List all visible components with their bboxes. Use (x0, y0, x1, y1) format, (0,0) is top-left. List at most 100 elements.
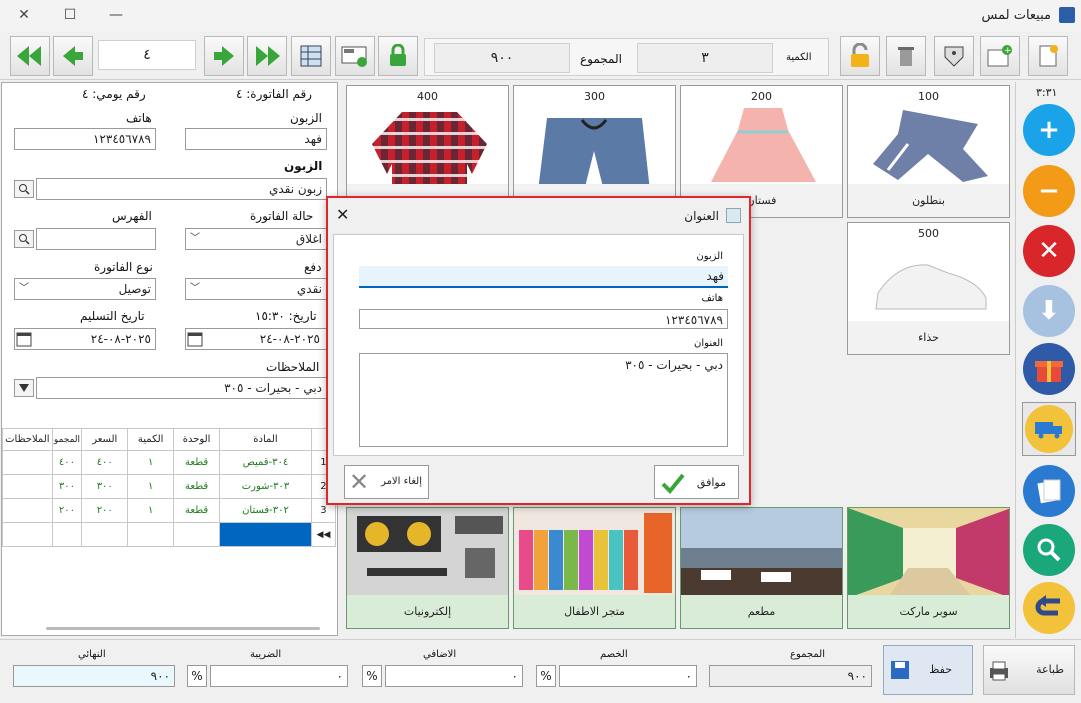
print-button[interactable]: طباعة (983, 645, 1075, 695)
calendar-icon[interactable] (187, 331, 203, 350)
row-qty[interactable]: ١ (127, 474, 175, 499)
category-card-kids-store[interactable]: متجر الاطفال (513, 507, 676, 629)
save-button[interactable]: حفظ (883, 645, 973, 695)
row-item-selected[interactable] (219, 522, 312, 547)
row-item[interactable]: ٣٠٤-قميص (219, 450, 312, 475)
increase-qty-button[interactable]: + (1023, 104, 1075, 156)
row-qty[interactable] (127, 522, 175, 547)
category-card-electronics[interactable]: إلكترونيات (346, 507, 509, 629)
row-qty[interactable]: ١ (127, 498, 175, 523)
row-notes[interactable] (2, 450, 53, 475)
column-header-unit[interactable]: الوحدة (173, 428, 221, 451)
extra-label: الاضافي (423, 649, 457, 660)
row-unit[interactable] (173, 522, 221, 547)
category-name: مطعم (681, 595, 842, 628)
decrease-qty-button[interactable]: − (1023, 165, 1075, 217)
column-header-total[interactable]: المجمو (51, 428, 83, 451)
delivery-button[interactable] (1022, 402, 1076, 456)
dialog-customer-field[interactable]: فهد (359, 266, 728, 288)
search-index-button[interactable] (14, 230, 34, 248)
dialog-close-icon[interactable]: ✕ (336, 205, 349, 224)
toolbar-total-value: ٩٠٠ (434, 43, 570, 73)
extra-field[interactable]: ٠ (385, 665, 523, 687)
row-notes[interactable] (2, 474, 53, 499)
minimize-window-button[interactable]: — (102, 4, 130, 26)
move-down-button[interactable]: ⬇ (1023, 285, 1075, 337)
unlock-button[interactable] (840, 36, 880, 76)
table-row[interactable]: ٣٠٠ ٣٠٠ ١ قطعة ٣٠٣-شورت 2 (2, 474, 336, 499)
extra-percent-toggle[interactable]: % (362, 665, 382, 687)
tax-field[interactable]: ٠ (210, 665, 348, 687)
previous-record-button[interactable] (53, 36, 93, 76)
notes-field[interactable]: دبي - بحيرات - ٣٠٥ (36, 377, 327, 399)
dialog-address-textarea[interactable]: دبي - بحيرات - ٣٠٥ (359, 353, 728, 447)
column-header-price[interactable]: السعر (81, 428, 129, 451)
discount-percent-toggle[interactable]: % (536, 665, 556, 687)
invoice-type-select[interactable]: توصيل ﹀ (14, 278, 156, 300)
new-customer-button[interactable]: + (980, 36, 1020, 76)
customer-account-field[interactable]: زبون نقدي (36, 178, 327, 200)
search-customer-button[interactable] (14, 180, 34, 198)
row-notes[interactable] (2, 498, 53, 523)
phone-field[interactable]: ١٢٣٤٥٦٧٨٩ (14, 128, 156, 150)
dialog-phone-field[interactable]: ١٢٣٤٥٦٧٨٩ (359, 309, 728, 329)
row-total[interactable]: ٤٠٠ (51, 450, 83, 475)
horizontal-scrollbar[interactable] (46, 627, 320, 630)
bill-button[interactable] (335, 36, 375, 76)
delivery-date-field[interactable]: ٢٠٢٥-٠٨-٢٤ (14, 328, 156, 350)
row-unit[interactable]: قطعة (173, 498, 221, 523)
product-card-shoes[interactable]: 500 حذاء (847, 222, 1010, 355)
row-total[interactable] (51, 522, 83, 547)
cancel-button[interactable]: ✕ إلغاء الامر (344, 465, 429, 499)
grid-view-button[interactable] (291, 36, 331, 76)
row-price[interactable]: ٣٠٠ (81, 474, 129, 499)
invoice-date-field[interactable]: ٢٠٢٥-٠٨-٢٤ (185, 328, 327, 350)
calendar-icon[interactable] (16, 331, 32, 350)
row-price[interactable]: ٢٠٠ (81, 498, 129, 523)
copy-button[interactable] (1023, 465, 1075, 517)
row-price[interactable] (81, 522, 129, 547)
row-notes[interactable] (2, 522, 53, 547)
pants-image (873, 110, 988, 182)
table-row[interactable]: ٤٠٠ ٤٠٠ ١ قطعة ٣٠٤-قميص 1 (2, 450, 336, 475)
column-header-notes[interactable]: الملاحظات (2, 428, 53, 451)
row-total[interactable]: ٣٠٠ (51, 474, 83, 499)
table-row[interactable]: ٢٠٠ ٢٠٠ ١ قطعة ٣٠٢-فستان 3 (2, 498, 336, 523)
row-total[interactable]: ٢٠٠ (51, 498, 83, 523)
index-field[interactable] (36, 228, 156, 250)
notes-dropdown-button[interactable] (14, 379, 34, 397)
close-window-button[interactable]: ✕ (10, 4, 38, 26)
ok-button[interactable]: موافق (654, 465, 739, 499)
column-header-item[interactable]: المادة (219, 428, 312, 451)
delete-item-button[interactable]: ✕ (1023, 225, 1075, 277)
category-card-supermarket[interactable]: سوبر ماركت (847, 507, 1010, 629)
payment-select[interactable]: نقدي ﹀ (185, 278, 327, 300)
row-item[interactable]: ٣٠٣-شورت (219, 474, 312, 499)
category-card-restaurant[interactable]: مطعم (680, 507, 843, 629)
table-row-new[interactable]: ◀◀ (2, 522, 336, 547)
discount-button[interactable] (934, 36, 974, 76)
row-qty[interactable]: ١ (127, 450, 175, 475)
row-unit[interactable]: قطعة (173, 450, 221, 475)
first-record-button[interactable] (10, 36, 50, 76)
customer-name-field[interactable]: فهد (185, 128, 327, 150)
product-card-pants[interactable]: 100 بنطلون (847, 85, 1010, 218)
return-button[interactable] (1023, 582, 1075, 634)
invoice-status-select[interactable]: اغلاق ﹀ (185, 228, 327, 250)
search-button[interactable] (1023, 524, 1075, 576)
new-invoice-button[interactable] (1028, 36, 1068, 76)
tax-percent-toggle[interactable]: % (187, 665, 207, 687)
record-number-field[interactable]: ٤ (98, 40, 196, 70)
row-price[interactable]: ٤٠٠ (81, 450, 129, 475)
row-unit[interactable]: قطعة (173, 474, 221, 499)
lock-button[interactable] (378, 36, 418, 76)
next-record-button[interactable] (204, 36, 244, 76)
maximize-window-button[interactable]: ☐ (56, 4, 84, 26)
delete-invoice-button[interactable] (886, 36, 926, 76)
row-item[interactable]: ٣٠٢-فستان (219, 498, 312, 523)
column-header-qty[interactable]: الكمية (127, 428, 175, 451)
gift-button[interactable] (1023, 343, 1075, 395)
last-record-button[interactable] (247, 36, 287, 76)
discount-field[interactable]: ٠ (559, 665, 697, 687)
electronics-image (357, 516, 503, 578)
